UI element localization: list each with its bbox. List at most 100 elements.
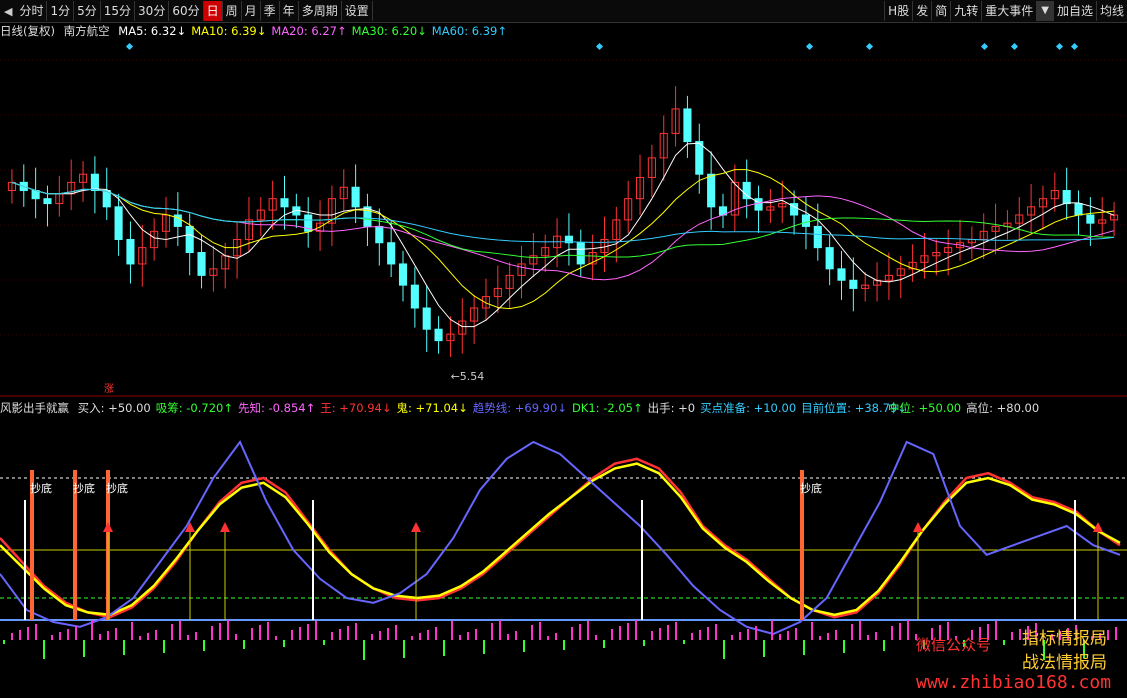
histogram-bar bbox=[91, 620, 93, 640]
histogram-bar bbox=[443, 640, 445, 656]
histogram-bar bbox=[491, 623, 493, 640]
candle bbox=[398, 263, 408, 286]
histogram-bar bbox=[107, 631, 109, 640]
histogram-bar bbox=[267, 622, 269, 640]
candle bbox=[31, 190, 40, 200]
histogram-bar bbox=[603, 640, 605, 648]
histogram-bar bbox=[283, 640, 285, 647]
histogram-bar bbox=[563, 640, 565, 650]
histogram-bar bbox=[459, 635, 461, 640]
histogram-bar bbox=[99, 634, 101, 640]
candle bbox=[849, 279, 858, 289]
histogram-bar bbox=[803, 640, 805, 655]
event-diamond bbox=[865, 42, 874, 51]
candle bbox=[90, 173, 99, 192]
histogram-bar bbox=[843, 640, 845, 653]
histogram-bar bbox=[907, 620, 909, 640]
histogram-bar bbox=[211, 626, 213, 640]
histogram-bar bbox=[371, 634, 373, 640]
candle bbox=[801, 214, 811, 227]
candle bbox=[387, 242, 396, 265]
candle bbox=[114, 206, 123, 240]
candle bbox=[707, 173, 716, 208]
ma-legend-item-4: MA60: 6.39↑ bbox=[431, 24, 507, 38]
period-label: 日线(复权) bbox=[0, 24, 55, 38]
candle bbox=[754, 198, 763, 211]
watermark-url: www.zhibiao168.com bbox=[916, 672, 1112, 693]
histogram-bar bbox=[867, 635, 869, 640]
histogram-bar bbox=[395, 625, 397, 640]
histogram-bar bbox=[859, 621, 861, 640]
histogram-bar bbox=[1011, 632, 1013, 640]
stock-name: 南方航空 bbox=[63, 24, 110, 38]
histogram-bar bbox=[155, 630, 157, 640]
histogram-bar bbox=[11, 633, 13, 640]
histogram-bar bbox=[251, 628, 253, 640]
buy-arrow-icon bbox=[411, 522, 421, 532]
histogram-bar bbox=[83, 640, 85, 657]
histogram-bar bbox=[243, 640, 245, 649]
ma20-line bbox=[11, 181, 1115, 281]
histogram-bar bbox=[827, 633, 829, 640]
histogram-bar bbox=[707, 627, 709, 640]
indicator-values: 买入: +50.00 吸筹: -0.720↑ 先知: -0.854↑ 王: +70.9… bbox=[78, 401, 912, 415]
histogram-bar bbox=[427, 630, 429, 640]
candle bbox=[280, 198, 289, 208]
histogram-bar bbox=[787, 631, 789, 640]
indicator-levels: 中位: +50.00 高位: +80.00 bbox=[888, 400, 1044, 416]
histogram-bar bbox=[883, 640, 885, 651]
histogram-bar bbox=[539, 622, 541, 640]
indicator-legend-item-8: 买点准备: +10.00 bbox=[700, 401, 797, 415]
histogram-bar bbox=[435, 627, 437, 640]
candle bbox=[410, 284, 419, 309]
indicator-legend-item-5: 趋势线: +69.90↓ bbox=[472, 401, 567, 415]
histogram-bar bbox=[723, 640, 725, 659]
candle bbox=[351, 186, 360, 208]
histogram-bar bbox=[419, 633, 421, 640]
histogram-bar bbox=[467, 632, 469, 640]
histogram-bar bbox=[619, 626, 621, 640]
candle bbox=[375, 225, 384, 244]
histogram-bar bbox=[139, 636, 141, 640]
ma5-line bbox=[11, 142, 1115, 328]
histogram-bar bbox=[635, 620, 637, 640]
histogram-bar bbox=[187, 635, 189, 640]
histogram-bar bbox=[1115, 627, 1117, 640]
watermark-line2: 战法情报局 bbox=[1022, 653, 1107, 673]
histogram-bar bbox=[35, 624, 37, 640]
chaodi-label: 抄底 bbox=[30, 481, 52, 495]
histogram-bar bbox=[203, 640, 205, 651]
low-price-label: ←5.54 bbox=[451, 370, 485, 383]
histogram-bar bbox=[259, 625, 261, 640]
indicator-legend-item-6: DK1: -2.05↑ bbox=[571, 401, 643, 415]
chaodi-label: 抄底 bbox=[106, 481, 128, 495]
histogram-bar bbox=[1107, 630, 1109, 640]
indicator-legend-item-3: 王: +70.94↓ bbox=[320, 401, 392, 415]
histogram-bar bbox=[995, 621, 997, 640]
histogram-bar bbox=[195, 632, 197, 640]
histogram-bar bbox=[611, 629, 613, 640]
histogram-bar bbox=[59, 632, 61, 640]
series-王 bbox=[0, 457, 1121, 619]
event-diamond bbox=[595, 42, 604, 51]
series-趋势线 bbox=[0, 440, 1121, 636]
event-diamond bbox=[1070, 42, 1079, 51]
histogram-bar bbox=[523, 640, 525, 652]
candle bbox=[1086, 214, 1095, 224]
indicator-chart: 抄底 抄底 抄底 抄底 bbox=[0, 440, 1127, 660]
histogram-bar bbox=[331, 632, 333, 640]
histogram-bar bbox=[235, 634, 237, 640]
histogram-bar bbox=[755, 626, 757, 640]
ma-legend-item-2: MA20: 6.27↑ bbox=[271, 24, 347, 38]
candle bbox=[197, 252, 206, 276]
histogram-bar bbox=[579, 624, 581, 640]
histogram-bar bbox=[347, 626, 349, 640]
histogram-bar bbox=[379, 631, 381, 640]
histogram-bar bbox=[587, 621, 589, 640]
histogram-bar bbox=[899, 623, 901, 640]
histogram-bar bbox=[875, 632, 877, 640]
histogram-bar bbox=[123, 640, 125, 655]
histogram-bar bbox=[475, 629, 477, 640]
histogram-bar bbox=[747, 629, 749, 640]
histogram-bar bbox=[555, 633, 557, 640]
